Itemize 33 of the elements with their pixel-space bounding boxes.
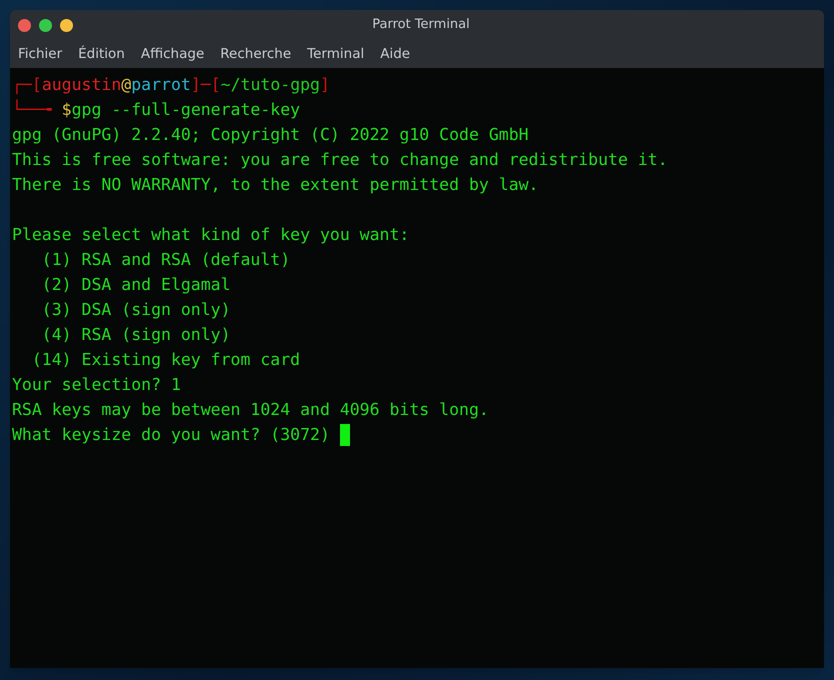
prompt-text: ~/tuto-gpg xyxy=(220,75,320,94)
menu-item[interactable]: Édition xyxy=(78,44,125,64)
minimize-icon[interactable] xyxy=(60,18,73,32)
prompt-text: └──╼ xyxy=(12,100,53,119)
maximize-icon[interactable] xyxy=(39,18,52,32)
prompt-text: augustin xyxy=(42,75,122,94)
prompt-text: $ xyxy=(62,100,72,119)
prompt-text: ┌─[ xyxy=(12,75,42,94)
output-line: There is NO WARRANTY, to the extent permitted by law. xyxy=(12,174,538,196)
menu-item[interactable]: Recherche xyxy=(220,44,292,64)
prompt-text: @ xyxy=(121,75,132,94)
output-line: RSA keys may be between 1024 and 4096 bits long. xyxy=(12,399,489,421)
menu-item[interactable]: Fichier xyxy=(18,44,62,64)
output-line: gpg (GnuPG) 2.2.40; Copyright (C) 2022 g10 Code GmbH xyxy=(12,124,529,146)
output-line: This is free software: you are free to change and redistribute it. xyxy=(12,149,668,171)
output-line: (14) Existing key from card xyxy=(30,349,300,371)
menu-item[interactable]: Aide xyxy=(380,44,410,64)
menu-item[interactable]: Terminal xyxy=(307,44,364,64)
output-line: (4) RSA (sign only) xyxy=(40,324,231,346)
menu-item[interactable]: Affichage xyxy=(140,44,204,64)
prompt-text: parrot xyxy=(131,75,191,94)
prompt-text: ]─[ xyxy=(190,75,221,94)
output-line: (1) RSA and RSA (default) xyxy=(40,249,290,271)
output-line: (3) DSA (sign only) xyxy=(40,299,231,321)
prompt-text: gpg --full-generate-key xyxy=(72,100,300,119)
output-line: What keysize do you want? (3072) xyxy=(12,424,331,446)
output-line: Your selection? 1 xyxy=(12,374,181,396)
output-line: Please select what kind of key you want: xyxy=(12,224,410,246)
prompt-text: ] xyxy=(320,75,330,94)
close-icon[interactable] xyxy=(18,18,31,32)
output-line: (2) DSA and Elgamal xyxy=(40,274,231,296)
window-title: Parrot Terminal xyxy=(372,16,470,34)
cursor-icon xyxy=(340,424,350,446)
